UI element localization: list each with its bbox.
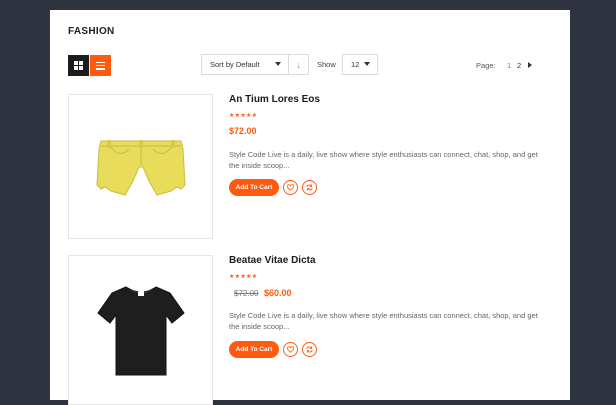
wishlist-button[interactable] [283, 180, 298, 195]
refresh-icon [306, 346, 313, 353]
compare-button[interactable] [302, 342, 317, 357]
yellow-shorts-image [95, 139, 186, 196]
product-name[interactable]: An Tium Lores Eos [229, 94, 320, 105]
old-price: $72.00 [234, 289, 259, 298]
add-to-cart-button[interactable]: Add To Cart [229, 179, 279, 196]
arrow-down-icon: ↓ [296, 59, 301, 70]
page-title: FASHION [68, 26, 115, 37]
show-label: Show [317, 60, 336, 69]
grid-icon [74, 61, 83, 70]
page-link-2[interactable]: 2 [517, 61, 521, 70]
product-name[interactable]: Beatae Vitae Dicta [229, 255, 316, 266]
sort-direction-button[interactable]: ↓ [288, 54, 309, 75]
next-page-icon[interactable] [528, 62, 532, 68]
page-label: Page: [476, 61, 496, 70]
rating-stars: ★★★★★ [229, 274, 258, 280]
product-image[interactable] [68, 94, 213, 239]
show-count-select[interactable]: 12 [342, 54, 378, 75]
sort-select-value: Sort by Default [210, 60, 260, 69]
product-price: $72.00 [229, 126, 257, 136]
product-description: Style Code Live is a daily, live show wh… [229, 311, 538, 331]
list-view-button[interactable] [90, 55, 111, 76]
page-link-1[interactable]: 1 [507, 61, 511, 70]
sort-select[interactable]: Sort by Default [201, 54, 289, 75]
shop-panel: FASHION Sort by Default ↓ Show 12 Page: … [50, 10, 570, 405]
compare-button[interactable] [302, 180, 317, 195]
wishlist-button[interactable] [283, 342, 298, 357]
black-tshirt-image [96, 285, 185, 375]
product-description: Style Code Live is a daily, live show wh… [229, 150, 538, 170]
product-image[interactable] [68, 255, 213, 405]
chevron-down-icon [364, 62, 370, 66]
show-count-value: 12 [351, 60, 360, 69]
list-icon [96, 61, 105, 70]
heart-icon [287, 184, 294, 191]
refresh-icon [306, 184, 313, 191]
heart-icon [287, 346, 294, 353]
add-to-cart-button[interactable]: Add To Cart [229, 341, 279, 358]
rating-stars: ★★★★★ [229, 113, 258, 119]
grid-view-button[interactable] [68, 55, 89, 76]
product-price: $60.00 [264, 288, 292, 298]
chevron-down-icon [275, 62, 281, 66]
